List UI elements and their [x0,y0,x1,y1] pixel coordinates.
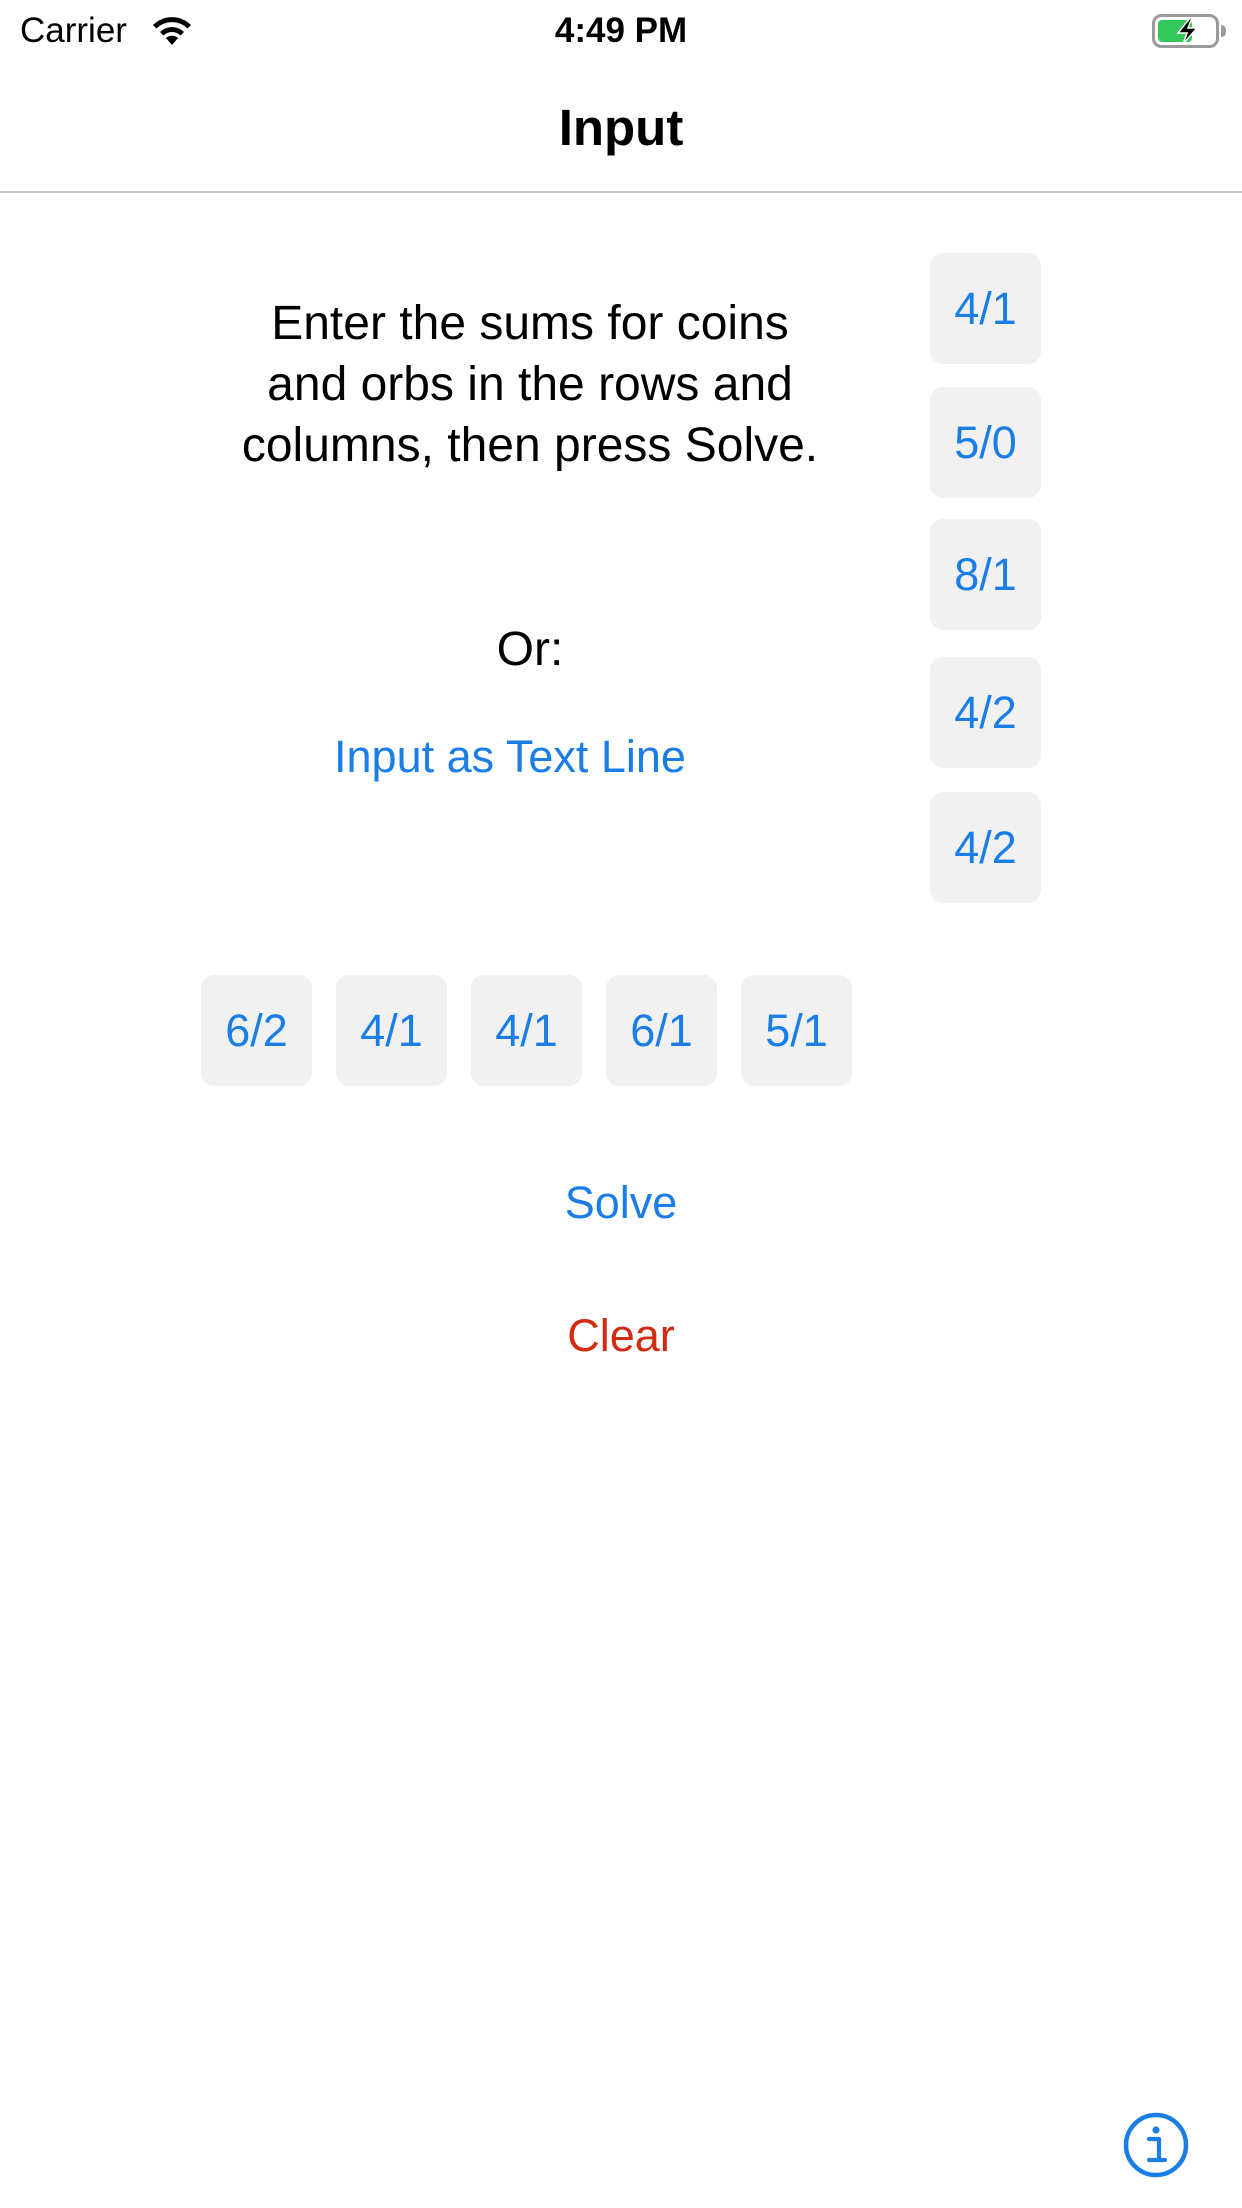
or-label: Or: [496,623,564,676]
instructions-text: Enter the sums for coins and orbs in the… [241,297,819,472]
battery-charging-icon [1152,14,1226,48]
page-title: Input [558,99,684,156]
row-sum-tile-2[interactable]: 5/0 [930,387,1041,498]
clear-button[interactable]: Clear [0,1308,1242,1364]
column-sum-tile-4[interactable]: 6/1 [606,975,717,1086]
row-sum-tile-1[interactable]: 4/1 [930,253,1041,364]
column-sum-tile-3[interactable]: 4/1 [471,975,582,1086]
status-bar: Carrier 4:49 PM [0,0,1242,60]
solve-button[interactable]: Solve [0,1175,1242,1231]
row-sum-tile-4[interactable]: 4/2 [930,657,1041,768]
column-sum-tile-2[interactable]: 4/1 [336,975,447,1086]
row-sum-tile-5[interactable]: 4/2 [930,792,1041,903]
column-sum-tile-5[interactable]: 5/1 [741,975,852,1086]
input-as-text-line-button[interactable]: Input as Text Line [230,729,790,785]
column-sum-tile-1[interactable]: 6/2 [201,975,312,1086]
status-time: 4:49 PM [554,11,688,50]
row-sum-tile-3[interactable]: 8/1 [930,519,1041,630]
info-icon[interactable] [1123,2112,1189,2178]
navigation-bar: Input [0,60,1242,193]
